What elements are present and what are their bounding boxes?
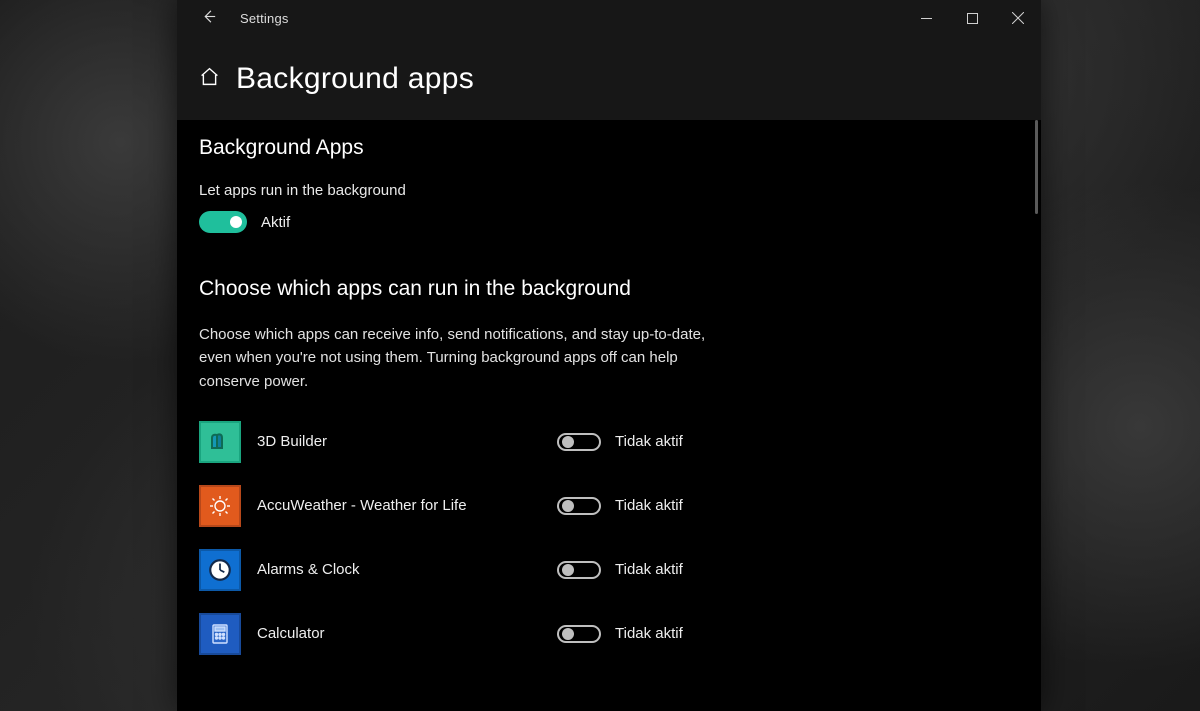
master-toggle-label: Let apps run in the background <box>199 182 1011 199</box>
section-heading-background-apps: Background Apps <box>199 136 1011 160</box>
back-button[interactable] <box>201 8 218 28</box>
toggle-knob <box>562 564 574 576</box>
window-title: Settings <box>240 11 289 26</box>
settings-window: Settings Background apps <box>177 0 1041 711</box>
toggle-knob <box>230 216 242 228</box>
app-icon-accuweather <box>199 485 241 527</box>
section-description: Choose which apps can receive info, send… <box>199 323 739 393</box>
desktop-background: Settings Background apps <box>0 0 1200 711</box>
toggle-knob <box>562 436 574 448</box>
app-toggle-accuweather[interactable] <box>557 497 601 515</box>
scrollbar[interactable] <box>1035 120 1039 711</box>
page-title: Background apps <box>236 62 474 96</box>
app-toggle-state: Tidak aktif <box>615 497 683 514</box>
app-toggle-3d-builder[interactable] <box>557 433 601 451</box>
maximize-button[interactable] <box>949 0 995 36</box>
page-header: Background apps <box>177 36 1041 120</box>
app-icon-3d-builder <box>199 421 241 463</box>
app-toggle-state: Tidak aktif <box>615 625 683 642</box>
master-toggle-row: Aktif <box>199 211 1011 233</box>
app-row: Alarms & Clock Tidak aktif <box>199 545 1011 595</box>
app-toggle-calculator[interactable] <box>557 625 601 643</box>
home-icon[interactable] <box>199 66 220 92</box>
content-wrap: Background Apps Let apps run in the back… <box>177 120 1041 711</box>
app-toggle-state: Tidak aktif <box>615 433 683 450</box>
app-name: 3D Builder <box>257 433 557 450</box>
master-toggle-state: Aktif <box>261 214 290 231</box>
app-icon-calculator <box>199 613 241 655</box>
app-row: AccuWeather - Weather for Life Tidak akt… <box>199 481 1011 531</box>
minimize-button[interactable] <box>903 0 949 36</box>
app-row: 3D Builder Tidak aktif <box>199 417 1011 467</box>
content: Background Apps Let apps run in the back… <box>177 120 1035 711</box>
app-row: Calculator Tidak aktif <box>199 609 1011 659</box>
app-toggle-alarms-clock[interactable] <box>557 561 601 579</box>
close-button[interactable] <box>995 0 1041 36</box>
scrollbar-thumb[interactable] <box>1035 120 1038 214</box>
master-toggle[interactable] <box>199 211 247 233</box>
toggle-knob <box>562 500 574 512</box>
app-name: AccuWeather - Weather for Life <box>257 497 557 514</box>
toggle-knob <box>562 628 574 640</box>
section-heading-choose-apps: Choose which apps can run in the backgro… <box>199 277 1011 301</box>
app-name: Calculator <box>257 625 557 642</box>
app-icon-alarms-clock <box>199 549 241 591</box>
titlebar: Settings <box>177 0 1041 36</box>
titlebar-left: Settings <box>177 8 289 28</box>
app-name: Alarms & Clock <box>257 561 557 578</box>
app-toggle-state: Tidak aktif <box>615 561 683 578</box>
